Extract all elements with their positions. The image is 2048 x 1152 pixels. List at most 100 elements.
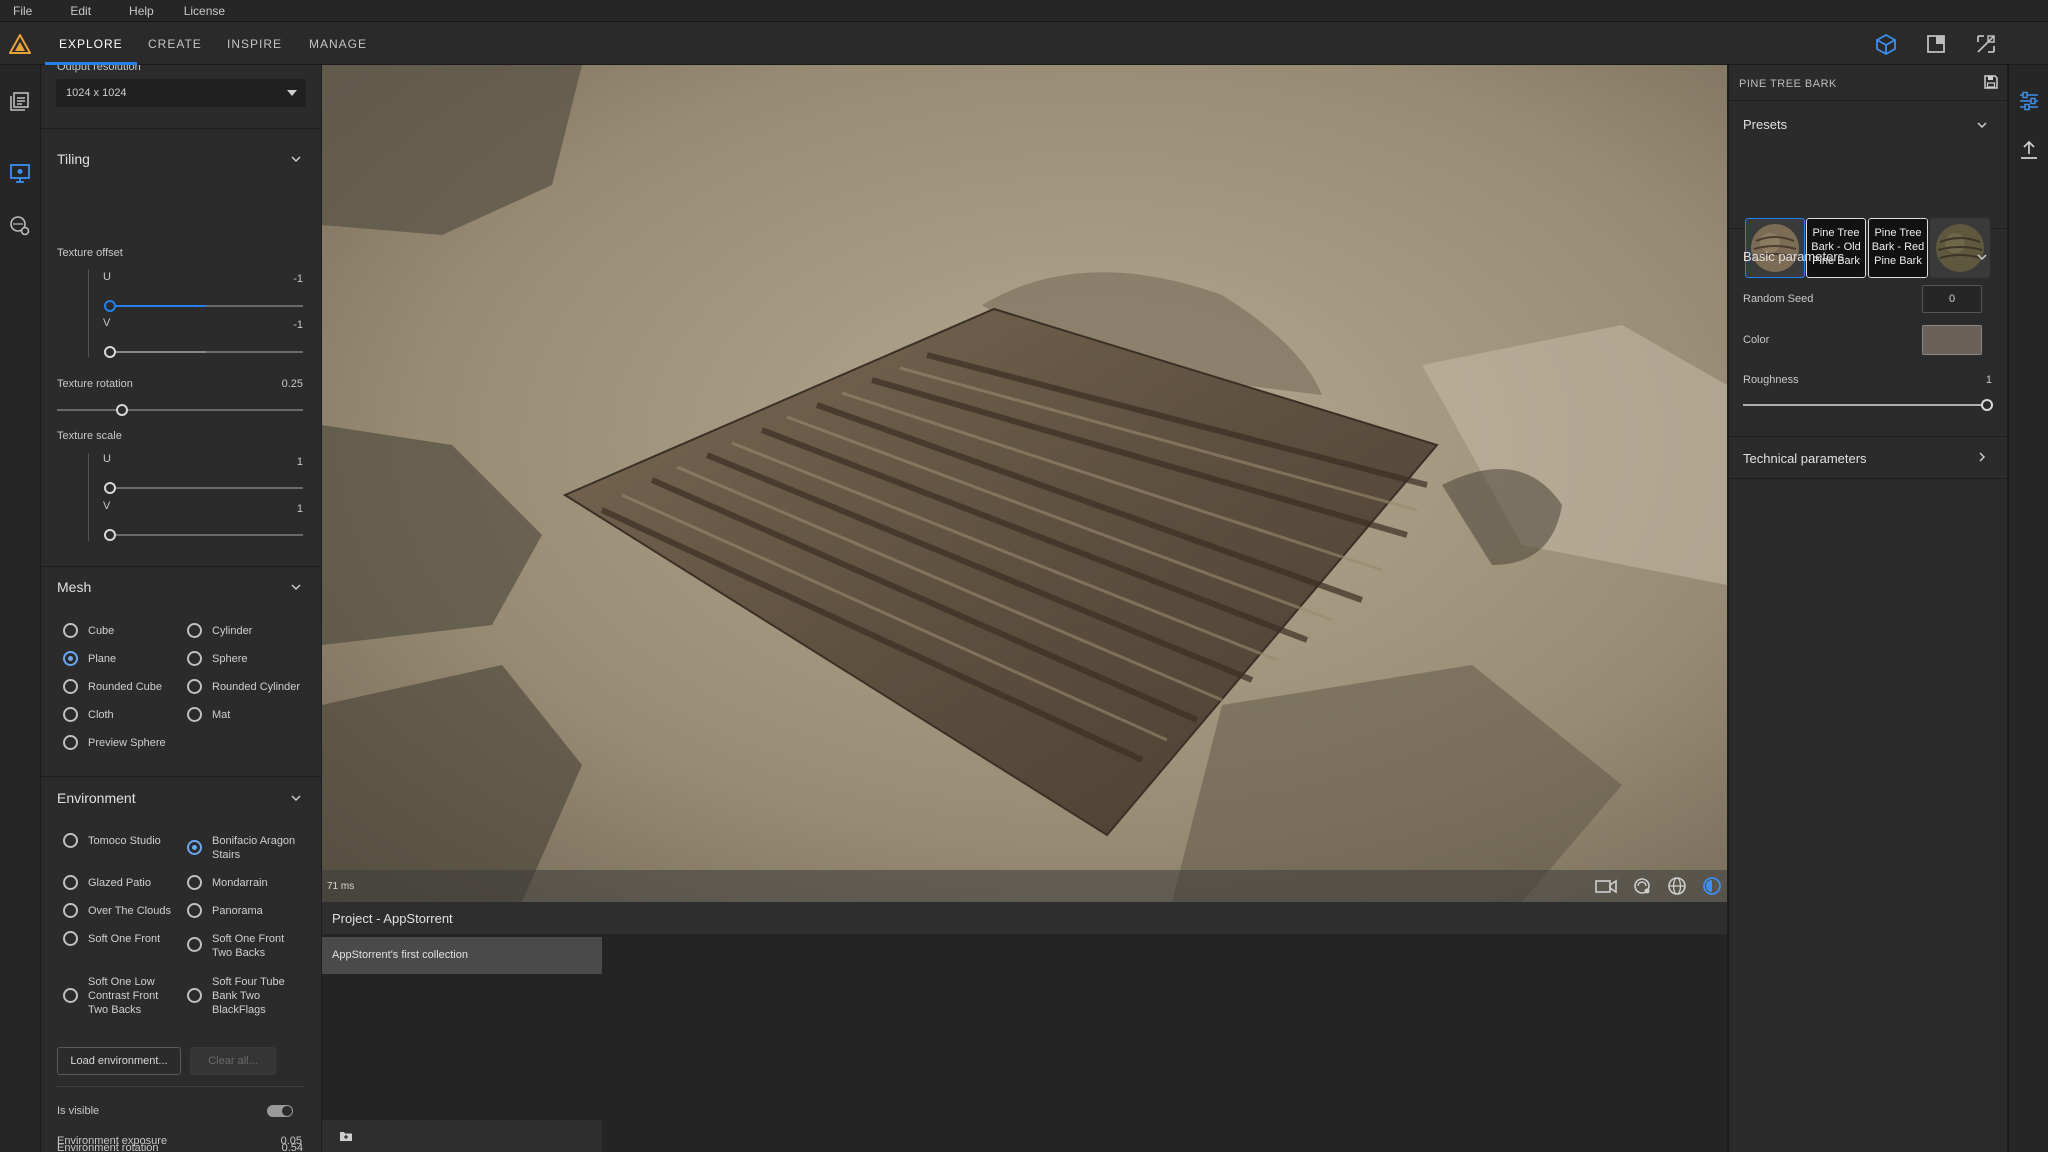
chevron-down-icon[interactable] — [1977, 252, 1987, 262]
library-icon[interactable] — [8, 89, 32, 113]
presets-title[interactable]: Presets — [1743, 117, 1787, 132]
scale-v-slider-handle[interactable] — [104, 529, 116, 541]
chevron-down-icon[interactable] — [291, 793, 301, 803]
technical-parameters-section[interactable]: Technical parameters — [1729, 437, 2007, 479]
mesh-radio-rounded-cylinder[interactable] — [187, 679, 202, 694]
env-option-panorama: Panorama — [212, 905, 263, 917]
menu-help[interactable]: Help — [105, 4, 168, 18]
clear-all-button[interactable]: Clear all... — [190, 1047, 276, 1075]
tab-manage[interactable]: MANAGE — [309, 22, 367, 65]
lighting-icon[interactable] — [1632, 876, 1652, 896]
export-icon[interactable] — [2018, 139, 2040, 161]
is-visible-toggle[interactable] — [267, 1105, 293, 1117]
menu-file[interactable]: File — [0, 4, 46, 18]
env-option-bonifacio-aragon-stairs: Bonifacio Aragon Stairs — [212, 835, 296, 861]
env-radio-mondarrain[interactable] — [187, 875, 202, 890]
scale-v-slider-track[interactable] — [110, 534, 303, 536]
tab-create[interactable]: CREATE — [148, 22, 202, 65]
mesh-option-cube: Cube — [88, 625, 115, 637]
color-swatch[interactable] — [1922, 325, 1982, 355]
tiling-title[interactable]: Tiling — [57, 151, 90, 167]
env-radio-soft-one-front[interactable] — [63, 931, 78, 946]
chevron-down-icon — [287, 90, 297, 96]
2d-view-icon[interactable] — [1924, 32, 1948, 56]
collection-item[interactable]: AppStorrent's first collection — [322, 937, 602, 974]
tab-explore[interactable]: EXPLORE — [45, 22, 137, 65]
environment-section: Environment Tomoco Studio Bonifacio Arag… — [41, 777, 321, 1152]
mesh-option-preview-sphere: Preview Sphere — [88, 737, 166, 749]
mesh-radio-sphere[interactable] — [187, 651, 202, 666]
environment-settings-icon[interactable] — [8, 213, 32, 237]
right-rail — [2008, 65, 2048, 1152]
parameters-sliders-icon[interactable] — [2017, 89, 2041, 113]
chevron-down-icon[interactable] — [291, 582, 301, 592]
camera-icon[interactable] — [1595, 877, 1617, 895]
mesh-option-cloth: Cloth — [88, 709, 114, 721]
project-header: Project - AppStorrent — [322, 902, 1727, 934]
split-view-icon[interactable] — [1974, 32, 1998, 56]
mesh-option-rounded-cube: Rounded Cube — [88, 681, 163, 693]
roughness-slider-track[interactable] — [1743, 404, 1991, 406]
texture-rotation-slider-track[interactable] — [57, 409, 303, 411]
output-resolution-dropdown[interactable]: 1024 x 1024 — [56, 79, 306, 107]
tab-inspire[interactable]: INSPIRE — [227, 22, 282, 65]
mesh-radio-cloth[interactable] — [63, 707, 78, 722]
material-parameters-panel: PINE TREE BARK Presets Pine Tree Bark - … — [1728, 65, 2007, 1152]
random-seed-input[interactable]: 0 — [1922, 285, 1982, 313]
menu-license[interactable]: License — [168, 4, 239, 18]
env-radio-tomoco-studio[interactable] — [63, 833, 78, 848]
offset-u-slider-fill — [110, 305, 206, 307]
mesh-radio-rounded-cube[interactable] — [63, 679, 78, 694]
menu-edit[interactable]: Edit — [46, 4, 105, 18]
env-radio-glazed-patio[interactable] — [63, 875, 78, 890]
offset-v-slider-fill — [110, 351, 206, 353]
mesh-radio-mat[interactable] — [187, 707, 202, 722]
roughness-slider-handle[interactable] — [1981, 399, 1993, 411]
env-radio-bonifacio-aragon-stairs[interactable] — [187, 840, 202, 855]
3d-viewport[interactable] — [322, 65, 1727, 902]
basic-parameters-section: Basic parameters Random Seed 0 Color Rou… — [1729, 229, 2007, 437]
scale-u-label: U — [103, 453, 111, 465]
mesh-radio-preview-sphere[interactable] — [63, 735, 78, 750]
offset-u-slider-handle[interactable] — [104, 300, 116, 312]
chevron-down-icon[interactable] — [1977, 120, 1987, 130]
mesh-option-cylinder: Cylinder — [212, 625, 253, 637]
mesh-radio-cylinder[interactable] — [187, 623, 202, 638]
is-visible-label: Is visible — [57, 1105, 100, 1117]
offset-v-value: -1 — [293, 319, 303, 331]
mesh-option-sphere: Sphere — [212, 653, 248, 665]
render-mode-icon[interactable] — [1702, 876, 1722, 896]
scale-v-value: 1 — [296, 503, 303, 515]
scale-u-slider-handle[interactable] — [104, 482, 116, 494]
save-icon[interactable] — [1984, 75, 1998, 89]
env-option-over-the-clouds: Over The Clouds — [88, 905, 171, 917]
technical-parameters-title: Technical parameters — [1743, 451, 1867, 466]
scale-u-slider-track[interactable] — [110, 487, 303, 489]
offset-u-label: U — [103, 271, 111, 283]
globe-icon[interactable] — [1667, 876, 1687, 896]
3d-view-icon[interactable] — [1874, 32, 1898, 56]
offset-v-slider-handle[interactable] — [104, 346, 116, 358]
env-radio-soft-one-front-two-backs[interactable] — [187, 937, 202, 952]
new-folder-icon[interactable] — [339, 1130, 353, 1142]
chevron-right-icon[interactable] — [1977, 452, 1987, 462]
chevron-down-icon[interactable] — [291, 154, 301, 164]
basic-parameters-title[interactable]: Basic parameters — [1743, 249, 1844, 264]
mesh-title[interactable]: Mesh — [57, 579, 91, 595]
environment-title[interactable]: Environment — [57, 790, 136, 806]
mesh-radio-plane[interactable] — [63, 651, 78, 666]
env-radio-soft-one-low-contrast[interactable] — [63, 988, 78, 1003]
env-radio-soft-four-tube-bank[interactable] — [187, 988, 202, 1003]
roughness-value: 1 — [1985, 374, 1992, 386]
texture-rotation-slider-handle[interactable] — [116, 404, 128, 416]
color-label: Color — [1743, 334, 1770, 346]
env-option-mondarrain: Mondarrain — [212, 877, 268, 889]
env-radio-panorama[interactable] — [187, 903, 202, 918]
mesh-radio-cube[interactable] — [63, 623, 78, 638]
load-environment-button[interactable]: Load environment... — [57, 1047, 181, 1075]
env-radio-over-the-clouds[interactable] — [63, 903, 78, 918]
render-time-label: 71 ms — [327, 881, 355, 892]
viewer-settings-icon[interactable] — [8, 161, 32, 185]
texture-rotation-value: 0.25 — [281, 378, 303, 390]
viewport-status-bar: 71 ms — [322, 870, 1727, 902]
